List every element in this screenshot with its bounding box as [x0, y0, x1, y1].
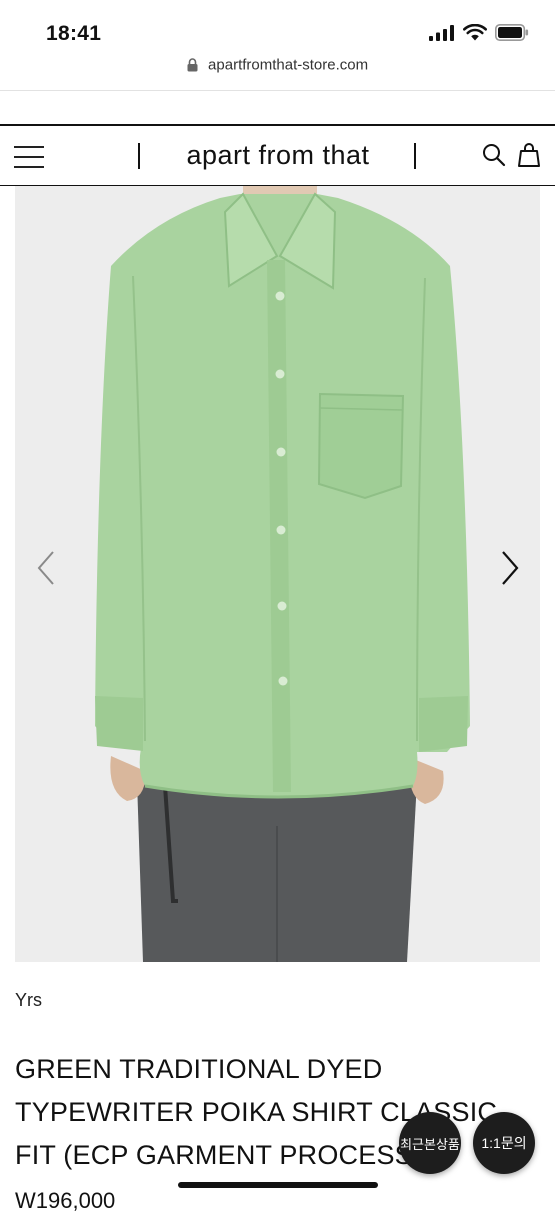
status-bar: 18:41 [0, 0, 555, 56]
address-bar[interactable]: apartfromthat-store.com [0, 56, 555, 86]
home-indicator [178, 1182, 378, 1188]
product-title-line: FIT (ECP GARMENT PROCESS [15, 1140, 413, 1170]
lock-icon [187, 58, 198, 72]
product-brand[interactable]: Yrs [15, 990, 42, 1011]
status-time: 18:41 [46, 22, 102, 45]
site-header: apart from that [0, 124, 555, 186]
header-separator-left [138, 143, 140, 169]
hamburger-menu-icon[interactable] [14, 146, 44, 168]
chevron-right-icon[interactable] [497, 548, 521, 593]
product-price: W196,000 [15, 1188, 116, 1213]
divider [0, 90, 555, 91]
url-text: apartfromthat-store.com [208, 56, 369, 74]
product-title-line: GREEN TRADITIONAL DYED [15, 1054, 383, 1084]
shopping-bag-icon[interactable] [517, 142, 541, 173]
recently-viewed-button[interactable]: 최근본상품 [399, 1112, 461, 1174]
site-logo-title[interactable]: apart from that [142, 140, 414, 171]
status-icons [429, 24, 529, 41]
header-separator-right [414, 143, 416, 169]
battery-icon [495, 24, 529, 41]
product-photo [95, 186, 470, 962]
wifi-icon [463, 24, 487, 41]
signal-bars-icon [429, 24, 454, 41]
inquiry-button[interactable]: 1:1문의 [473, 1112, 535, 1174]
search-icon[interactable] [482, 143, 506, 172]
chevron-left-icon[interactable] [35, 548, 59, 593]
product-image-carousel[interactable] [15, 186, 540, 962]
